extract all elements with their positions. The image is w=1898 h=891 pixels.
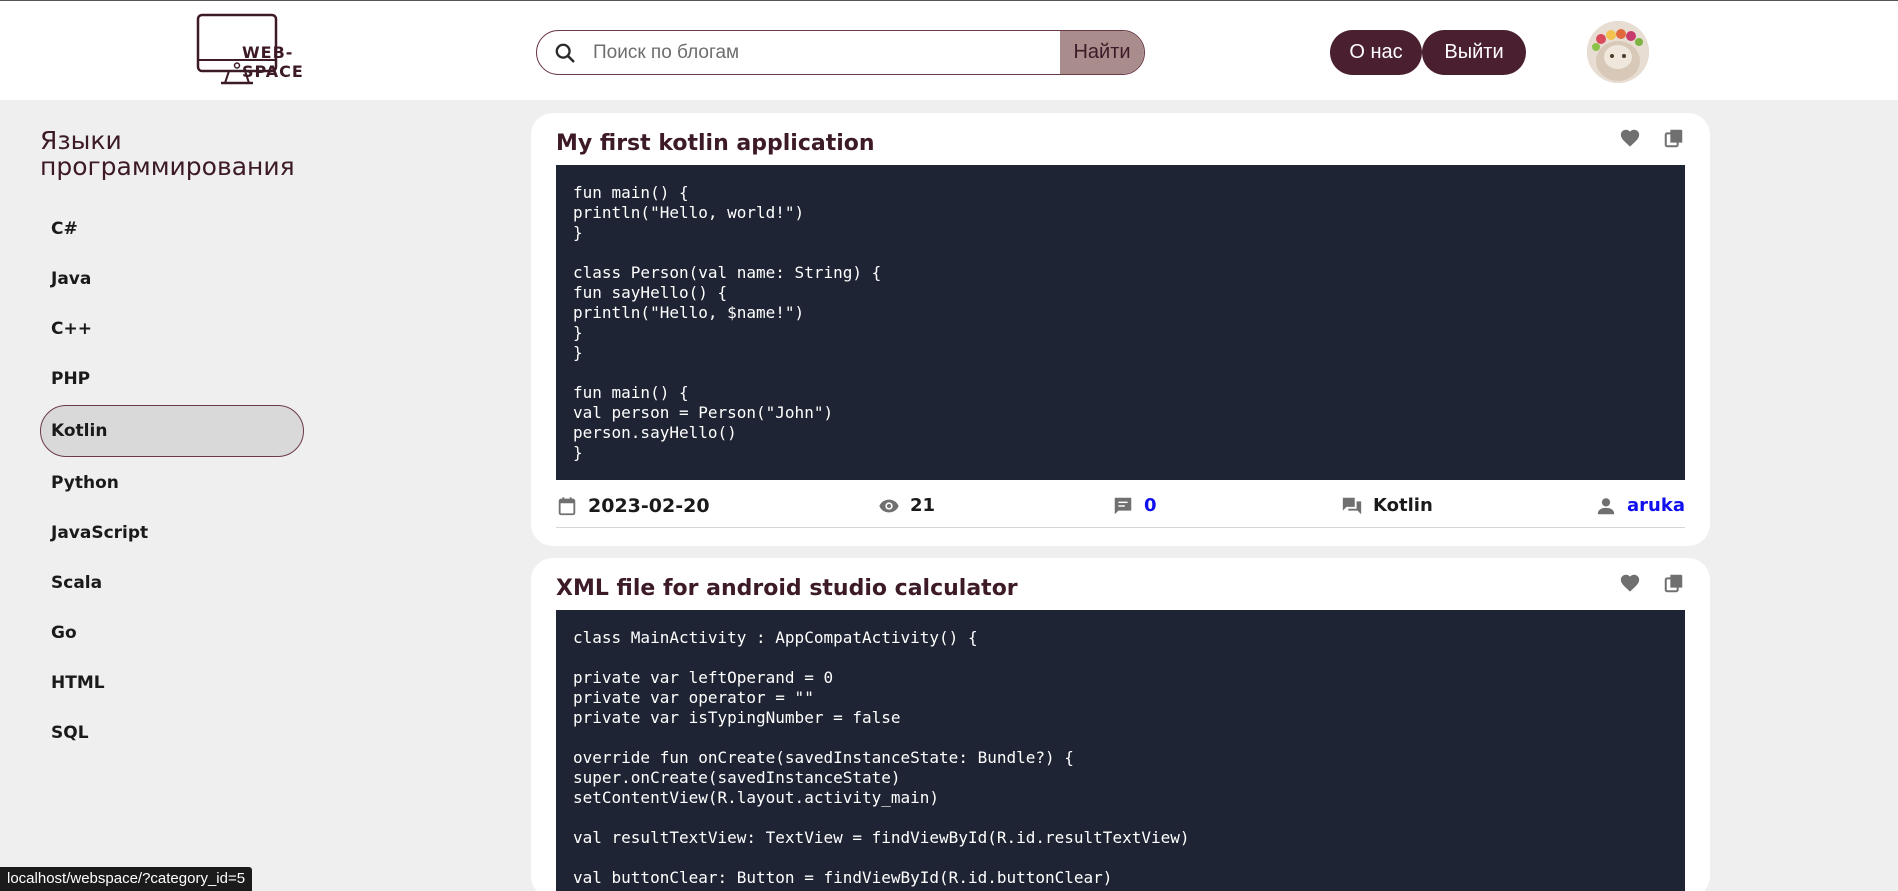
cat-avatar-icon [1587,21,1649,83]
sidebar-title: Языки программирования [40,126,295,181]
date-text: 2023-02-20 [588,494,710,517]
post-date: 2023-02-20 [556,483,710,528]
category-text[interactable]: Kotlin [1373,495,1433,516]
sidebar-item-php[interactable]: PHP [40,354,304,404]
sidebar-item-sql[interactable]: SQL [40,708,304,758]
code-block[interactable]: fun main() { println("Hello, world!") } … [556,165,1685,480]
comments-link[interactable]: 0 [1144,495,1157,516]
heart-icon[interactable] [1619,572,1641,594]
post-title[interactable]: My first kotlin application [556,131,875,156]
post-actions [1619,127,1685,149]
code-block[interactable]: class MainActivity : AppCompatActivity()… [556,610,1685,891]
forum-icon [1342,497,1362,514]
post-card: XML file for android studio calculator c… [531,558,1710,891]
top-header: WEB-SPACE Найти О нас Выйти [0,0,1898,100]
sidebar-item-cpp[interactable]: C++ [40,304,304,354]
about-button[interactable]: О нас [1330,30,1422,75]
heart-icon[interactable] [1619,127,1641,149]
sidebar-item-javascript[interactable]: JavaScript [40,508,304,558]
logo-text: WEB-SPACE [242,43,304,81]
post-card: My first kotlin application fun main() {… [531,113,1710,546]
calendar-icon [558,496,576,515]
user-icon [1597,497,1615,514]
copy-icon[interactable] [1663,127,1685,149]
search-icon [537,31,593,74]
sidebar-item-kotlin[interactable]: Kotlin [40,405,304,457]
views-count: 21 [910,495,936,516]
post-meta: 2023-02-20 21 0 Kotlin aruka [556,483,1685,528]
status-bar-url: localhost/webspace/?category_id=5 [0,867,253,891]
avatar[interactable] [1587,21,1649,83]
sidebar-item-scala[interactable]: Scala [40,558,304,608]
sidebar-item-python[interactable]: Python [40,458,304,508]
sidebar-item-java[interactable]: Java [40,254,304,304]
post-category: Kotlin [1341,483,1433,528]
post-title[interactable]: XML file for android studio calculator [556,576,1018,601]
sidebar-item-html[interactable]: HTML [40,658,304,708]
sidebar-item-csharp[interactable]: C# [40,204,304,254]
post-comments: 0 [1112,483,1157,528]
comment-icon [1114,497,1132,514]
eye-icon [879,499,899,512]
sidebar-item-go[interactable]: Go [40,608,304,658]
author-link[interactable]: aruka [1627,495,1685,516]
search-bar: Найти [536,30,1145,75]
post-author: aruka [1595,483,1685,528]
search-input[interactable] [593,31,1060,74]
post-views: 21 [878,483,935,528]
logo[interactable]: WEB-SPACE [196,13,346,89]
copy-icon[interactable] [1663,572,1685,594]
category-list: C# Java C++ PHP Kotlin Python JavaScript… [40,204,304,758]
logout-button[interactable]: Выйти [1422,30,1526,75]
search-button[interactable]: Найти [1060,31,1144,74]
post-actions [1619,572,1685,594]
